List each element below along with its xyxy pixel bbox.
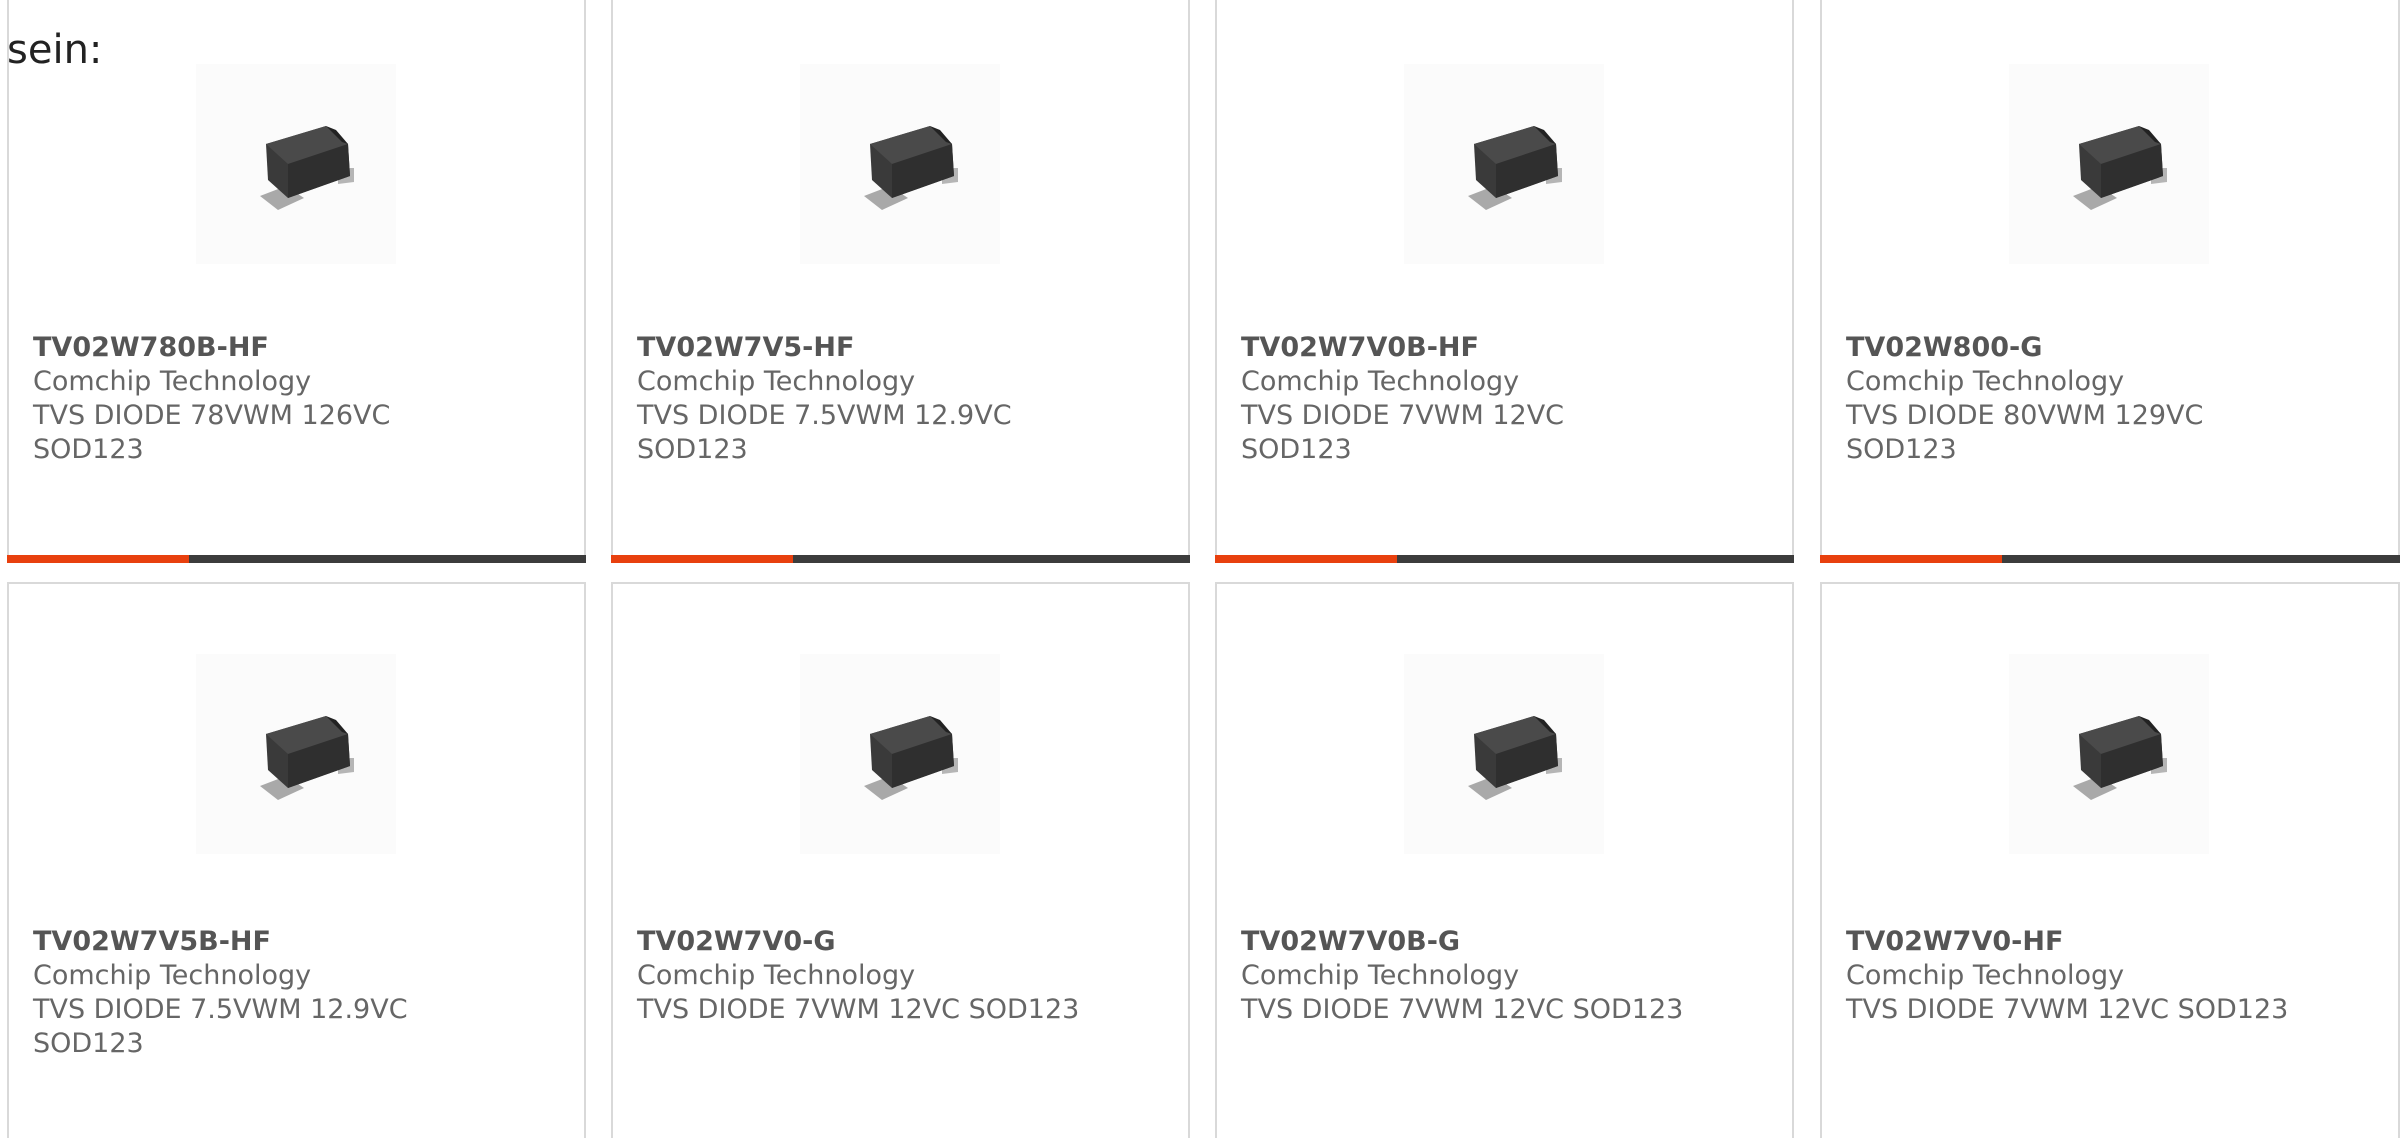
product-image[interactable] — [800, 654, 1000, 854]
smd-diode-sod123-image — [2073, 716, 2167, 800]
product-description: TVS DIODE 7VWM 12VC SOD123 — [637, 994, 1080, 1025]
product-description: TVS DIODE 78VWM 126VC SOD123 — [33, 400, 391, 465]
card-footer-bar — [1215, 555, 1794, 563]
part-number[interactable]: TV02W780B-HF — [33, 331, 553, 365]
part-number[interactable]: TV02W7V0-HF — [1846, 925, 2366, 959]
manufacturer: Comchip Technology — [637, 366, 916, 397]
product-info: TV02W7V0B-HF Comchip Technology TVS DIOD… — [1241, 331, 1761, 467]
manufacturer: Comchip Technology — [1241, 366, 1520, 397]
product-info: TV02W7V0-G Comchip Technology TVS DIODE … — [637, 925, 1157, 1027]
section-heading-fragment: sein: — [7, 27, 103, 73]
product-description: TVS DIODE 7.5VWM 12.9VC SOD123 — [637, 400, 1012, 465]
manufacturer: Comchip Technology — [33, 366, 312, 397]
card-footer-accent — [1820, 555, 2002, 563]
product-image[interactable] — [2009, 64, 2209, 264]
product-description: TVS DIODE 80VWM 129VC SOD123 — [1846, 400, 2204, 465]
manufacturer: Comchip Technology — [33, 960, 312, 991]
product-image[interactable] — [196, 654, 396, 854]
part-number[interactable]: TV02W7V5B-HF — [33, 925, 553, 959]
card-footer-accent — [611, 555, 793, 563]
smd-diode-sod123-image — [2073, 126, 2167, 210]
product-card[interactable]: TV02W7V5-HF Comchip Technology TVS DIODE… — [611, 0, 1190, 563]
product-description: TVS DIODE 7VWM 12VC SOD123 — [1241, 400, 1565, 465]
smd-diode-sod123-image — [260, 716, 354, 800]
smd-diode-sod123-image — [864, 126, 958, 210]
product-image[interactable] — [196, 64, 396, 264]
card-footer-accent — [1215, 555, 1397, 563]
card-footer-bar — [611, 555, 1190, 563]
product-card[interactable]: TV02W7V0B-G Comchip Technology TVS DIODE… — [1215, 582, 1794, 1138]
product-info: TV02W7V5-HF Comchip Technology TVS DIODE… — [637, 331, 1157, 467]
product-listing-page: sein: TV02W780B-HF Comchip Technology TV… — [0, 0, 2400, 1138]
product-info: TV02W7V0B-G Comchip Technology TVS DIODE… — [1241, 925, 1761, 1027]
product-info: TV02W780B-HF Comchip Technology TVS DIOD… — [33, 331, 553, 467]
smd-diode-sod123-image — [1468, 716, 1562, 800]
product-description: TVS DIODE 7.5VWM 12.9VC SOD123 — [33, 994, 408, 1059]
product-info: TV02W800-G Comchip Technology TVS DIODE … — [1846, 331, 2366, 467]
product-info: TV02W7V0-HF Comchip Technology TVS DIODE… — [1846, 925, 2366, 1027]
part-number[interactable]: TV02W7V0B-HF — [1241, 331, 1761, 365]
product-card[interactable]: TV02W7V5B-HF Comchip Technology TVS DIOD… — [7, 582, 586, 1138]
product-image[interactable] — [2009, 654, 2209, 854]
smd-diode-sod123-image — [864, 716, 958, 800]
smd-diode-sod123-image — [260, 126, 354, 210]
product-card[interactable]: TV02W800-G Comchip Technology TVS DIODE … — [1820, 0, 2400, 563]
manufacturer: Comchip Technology — [1846, 960, 2125, 991]
smd-diode-sod123-image — [1468, 126, 1562, 210]
product-image[interactable] — [800, 64, 1000, 264]
card-footer-bar — [7, 555, 586, 563]
part-number[interactable]: TV02W7V0B-G — [1241, 925, 1761, 959]
product-description: TVS DIODE 7VWM 12VC SOD123 — [1846, 994, 2289, 1025]
product-card[interactable]: TV02W7V0-G Comchip Technology TVS DIODE … — [611, 582, 1190, 1138]
part-number[interactable]: TV02W7V0-G — [637, 925, 1157, 959]
manufacturer: Comchip Technology — [637, 960, 916, 991]
manufacturer: Comchip Technology — [1241, 960, 1520, 991]
product-card[interactable]: TV02W7V0B-HF Comchip Technology TVS DIOD… — [1215, 0, 1794, 563]
part-number[interactable]: TV02W7V5-HF — [637, 331, 1157, 365]
product-image[interactable] — [1404, 654, 1604, 854]
manufacturer: Comchip Technology — [1846, 366, 2125, 397]
product-info: TV02W7V5B-HF Comchip Technology TVS DIOD… — [33, 925, 553, 1061]
card-footer-bar — [1820, 555, 2400, 563]
product-card[interactable]: TV02W7V0-HF Comchip Technology TVS DIODE… — [1820, 582, 2400, 1138]
product-grid: TV02W780B-HF Comchip Technology TVS DIOD… — [0, 0, 2400, 1138]
card-footer-accent — [7, 555, 189, 563]
product-image[interactable] — [1404, 64, 1604, 264]
product-card[interactable]: TV02W780B-HF Comchip Technology TVS DIOD… — [7, 0, 586, 563]
product-description: TVS DIODE 7VWM 12VC SOD123 — [1241, 994, 1684, 1025]
part-number[interactable]: TV02W800-G — [1846, 331, 2366, 365]
